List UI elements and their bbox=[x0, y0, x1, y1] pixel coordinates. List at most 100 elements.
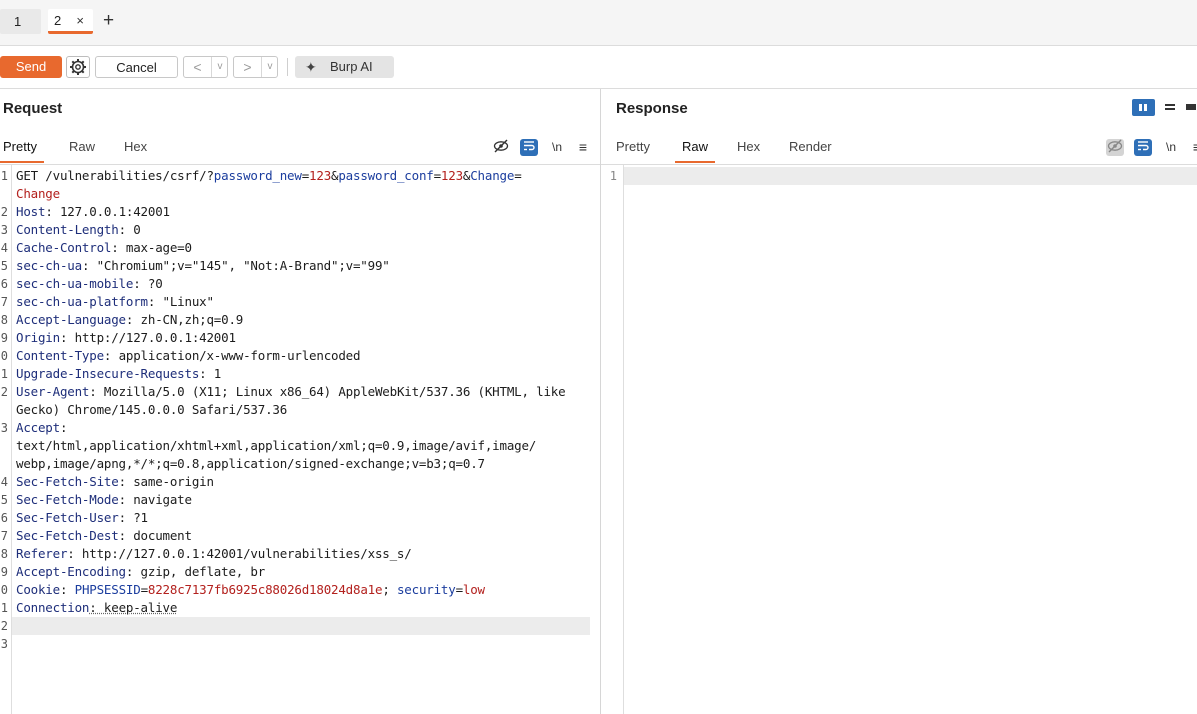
header-name: Upgrade-Insecure-Requests bbox=[16, 366, 200, 381]
request-view-tabs: Pretty Raw Hex \n ≡ bbox=[0, 133, 600, 165]
tab-pretty[interactable]: Pretty bbox=[616, 139, 650, 159]
header-name: Cache-Control bbox=[16, 240, 112, 255]
param-value: 123 bbox=[440, 168, 463, 183]
toolbar-divider bbox=[287, 58, 288, 76]
close-icon[interactable]: × bbox=[76, 9, 84, 33]
line-number: 18 bbox=[0, 547, 8, 561]
request-title: Request bbox=[3, 100, 63, 117]
response-editor[interactable]: 1 bbox=[601, 165, 1197, 714]
code-text: text/html,application/xhtml+xml,applicat… bbox=[16, 438, 537, 453]
code-text: : max-age=0 bbox=[111, 240, 192, 255]
tab-pretty[interactable]: Pretty bbox=[0, 139, 44, 163]
tab-2[interactable]: 2 × bbox=[48, 9, 93, 34]
header-name: Accept-Language bbox=[16, 312, 126, 327]
line-number: 5 bbox=[0, 259, 8, 273]
param-name: password_conf bbox=[338, 168, 434, 183]
code-line: GET /vulnerabilities/csrf/?password_new=… bbox=[16, 167, 590, 185]
tab-raw[interactable]: Raw bbox=[69, 139, 95, 159]
forward-button[interactable]: > bbox=[234, 57, 261, 77]
line-number: 1 bbox=[0, 169, 8, 183]
code-line: Accept: bbox=[16, 419, 590, 437]
line-number: 10 bbox=[0, 349, 8, 363]
back-button[interactable]: < bbox=[184, 57, 211, 77]
tab-label: 1 bbox=[14, 14, 22, 29]
line-number: 23 bbox=[0, 637, 8, 651]
header-name: Sec-Fetch-Site bbox=[16, 474, 119, 489]
line-number: 7 bbox=[0, 295, 8, 309]
code-text: : bbox=[59, 582, 75, 597]
send-button[interactable]: Send bbox=[0, 56, 62, 78]
line-number: 4 bbox=[0, 241, 8, 255]
code-text: : 1 bbox=[199, 366, 222, 381]
header-name: Host bbox=[16, 204, 46, 219]
code-line: Sec-Fetch-Site: same-origin bbox=[16, 473, 590, 491]
response-panel: Response Pretty Raw Hex Render \n ≡ 1 bbox=[601, 89, 1197, 714]
split-rows-icon[interactable] bbox=[1161, 99, 1179, 116]
code-line: sec-ch-ua-platform: "Linux" bbox=[16, 293, 590, 311]
code-text: : application/x-www-form-urlencoded bbox=[103, 348, 361, 363]
header-name: Content-Length bbox=[16, 222, 119, 237]
line-number: 20 bbox=[0, 583, 8, 597]
response-view-tabs: Pretty Raw Hex Render \n ≡ bbox=[601, 133, 1197, 165]
tab-1[interactable]: 1 bbox=[0, 9, 41, 34]
line-number: 1 bbox=[609, 169, 617, 183]
code-line: Origin: http://127.0.0.1:42001 bbox=[16, 329, 590, 347]
sparkle-icon: ✦ bbox=[305, 59, 317, 75]
code-line: Connection: keep-alive bbox=[16, 599, 590, 617]
header-name: Sec-Fetch-Dest bbox=[16, 528, 119, 543]
request-editor[interactable]: 1234567891011121314151617181920212223 GE… bbox=[0, 165, 600, 714]
request-code: GET /vulnerabilities/csrf/?password_new=… bbox=[16, 167, 590, 653]
header-name: Referer bbox=[16, 546, 68, 561]
line-number: 3 bbox=[0, 223, 8, 237]
line-number-gutter: 1 bbox=[601, 165, 624, 714]
code-text: = bbox=[455, 582, 464, 597]
tab-strip: 1 2 × + bbox=[0, 0, 1197, 46]
code-line: Sec-Fetch-User: ?1 bbox=[16, 509, 590, 527]
settings-button[interactable] bbox=[66, 56, 90, 78]
code-line: Accept-Encoding: gzip, deflate, br bbox=[16, 563, 590, 581]
code-line: text/html,application/xhtml+xml,applicat… bbox=[16, 437, 590, 455]
code-text: : "Linux" bbox=[147, 294, 214, 309]
code-text: : 127.0.0.1:42001 bbox=[45, 204, 170, 219]
tab-render[interactable]: Render bbox=[789, 139, 832, 159]
code-line: Sec-Fetch-Dest: document bbox=[16, 527, 590, 545]
param-name: password_new bbox=[213, 168, 302, 183]
hide-eye-icon[interactable] bbox=[492, 139, 510, 156]
burp-ai-button[interactable]: ✦ Burp AI bbox=[295, 56, 394, 78]
code-text: webp,image/apng,*/*;q=0.8,application/si… bbox=[16, 456, 485, 471]
tab-hex[interactable]: Hex bbox=[124, 139, 147, 159]
menu-icon[interactable]: ≡ bbox=[1188, 139, 1197, 156]
cancel-button[interactable]: Cancel bbox=[95, 56, 178, 78]
back-dropdown-icon[interactable]: v bbox=[211, 57, 228, 77]
code-line: sec-ch-ua: "Chromium";v="145", "Not:A-Br… bbox=[16, 257, 590, 275]
code-text: Gecko) Chrome/145.0.0.0 Safari/537.36 bbox=[16, 402, 288, 417]
header-name: sec-ch-ua-platform bbox=[16, 294, 148, 309]
newline-toggle[interactable]: \n bbox=[1162, 139, 1180, 156]
single-view-icon[interactable] bbox=[1184, 99, 1197, 116]
code-text: : gzip, deflate, br bbox=[125, 564, 266, 579]
line-number: 2 bbox=[0, 205, 8, 219]
wrap-lines-icon[interactable] bbox=[1134, 139, 1152, 156]
add-tab-button[interactable]: + bbox=[103, 9, 114, 33]
newline-toggle[interactable]: \n bbox=[548, 139, 566, 156]
code-text: = bbox=[514, 168, 522, 183]
split-columns-icon[interactable] bbox=[1132, 99, 1155, 116]
line-number: 17 bbox=[0, 529, 8, 543]
forward-dropdown-icon[interactable]: v bbox=[261, 57, 278, 77]
wrap-lines-icon[interactable] bbox=[520, 139, 538, 156]
line-number: 15 bbox=[0, 493, 8, 507]
code-line: sec-ch-ua-mobile: ?0 bbox=[16, 275, 590, 293]
tab-raw[interactable]: Raw bbox=[674, 139, 716, 163]
code-text: ; bbox=[382, 582, 397, 597]
layout-toggle-group bbox=[1132, 99, 1197, 116]
tab-hex[interactable]: Hex bbox=[737, 139, 760, 159]
code-text: : navigate bbox=[118, 492, 192, 507]
menu-icon[interactable]: ≡ bbox=[574, 139, 592, 156]
toolbar: Send Cancel < v > v ✦ Burp AI bbox=[0, 46, 1197, 89]
code-text: : same-origin bbox=[118, 474, 214, 489]
header-name: Content-Type bbox=[16, 348, 104, 363]
hide-eye-icon[interactable] bbox=[1106, 139, 1124, 156]
history-forward-group: > v bbox=[233, 56, 278, 78]
code-text: : 0 bbox=[118, 222, 141, 237]
